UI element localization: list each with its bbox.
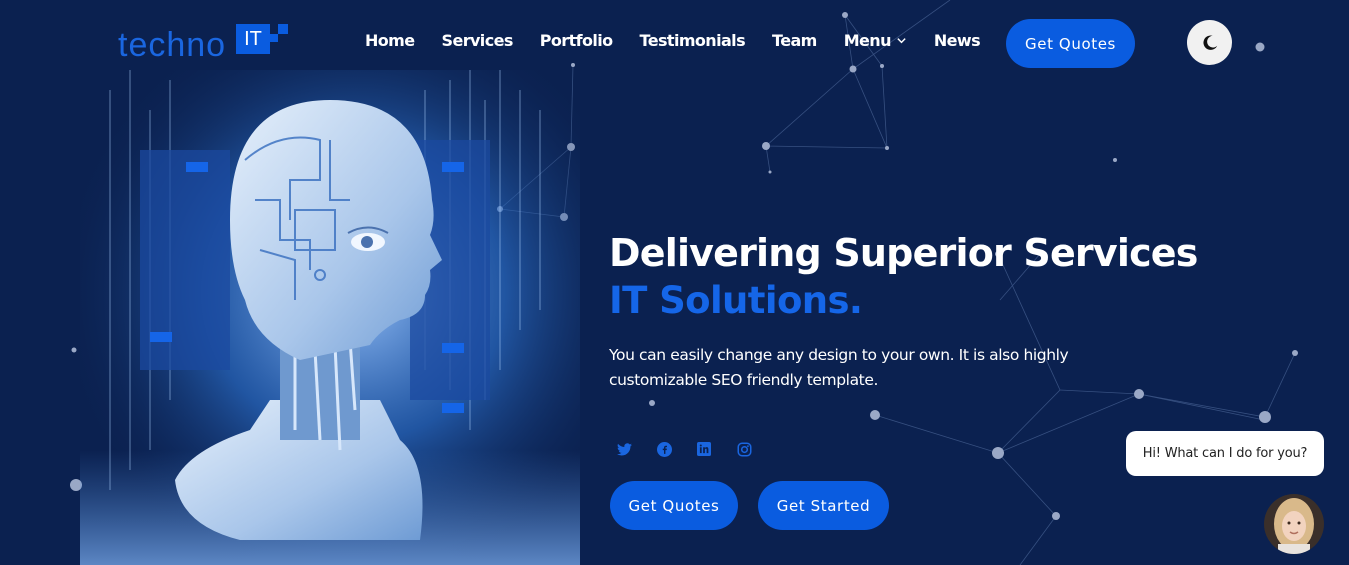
hero-title: Delivering Superior Services: [609, 231, 1198, 275]
hero-get-quotes-button[interactable]: Get Quotes: [610, 481, 738, 530]
theme-toggle-button[interactable]: [1187, 20, 1232, 65]
nav-label: Testimonials: [639, 31, 746, 50]
header-get-quotes-button[interactable]: Get Quotes: [1006, 19, 1135, 68]
nav-label: News: [933, 31, 981, 50]
twitter-icon[interactable]: [616, 441, 632, 457]
logo-decoration: [270, 34, 278, 42]
linkedin-icon[interactable]: [696, 441, 712, 457]
moon-icon: [1202, 35, 1217, 50]
social-links: [616, 441, 776, 457]
hero-get-started-button[interactable]: Get Started: [758, 481, 889, 530]
nav-portfolio[interactable]: Portfolio: [540, 31, 613, 50]
nav-testimonials[interactable]: Testimonials: [639, 31, 746, 50]
nav-news[interactable]: News: [933, 31, 981, 50]
main-nav: Home Services Portfolio Testimonials Tea…: [365, 31, 1007, 50]
hero-description: You can easily change any design to your…: [609, 346, 1069, 389]
nav-label: Services: [441, 31, 514, 50]
chevron-down-icon: [897, 38, 906, 44]
nav-team[interactable]: Team: [772, 31, 817, 50]
logo-decoration: [278, 24, 288, 34]
nav-label: Menu: [843, 31, 892, 50]
nav-services[interactable]: Services: [441, 31, 514, 50]
support-agent-avatar[interactable]: [1264, 494, 1324, 554]
hero-subtitle: IT Solutions.: [609, 279, 863, 322]
nav-home[interactable]: Home: [365, 31, 415, 50]
nav-label: Home: [365, 31, 415, 50]
facebook-icon[interactable]: [656, 441, 672, 457]
nav-menu-dropdown[interactable]: Menu: [844, 31, 907, 50]
logo-badge: IT: [236, 24, 270, 54]
instagram-icon[interactable]: [736, 441, 752, 457]
ai-robot-head-illustration: [80, 70, 580, 565]
nav-label: Team: [772, 31, 817, 50]
logo-text: techno: [118, 26, 227, 64]
chat-message-bubble[interactable]: Hi! What can I do for you?: [1126, 431, 1324, 476]
nav-label: Portfolio: [539, 31, 613, 50]
